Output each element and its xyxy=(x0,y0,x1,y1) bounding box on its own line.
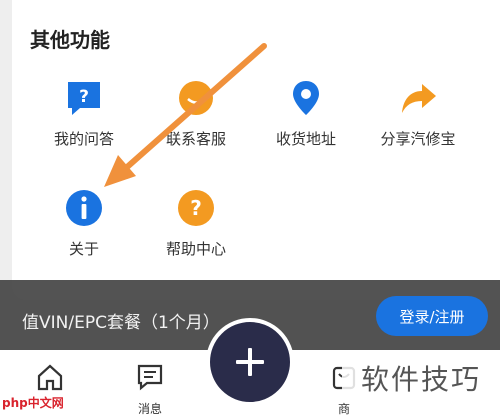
add-button[interactable] xyxy=(206,318,294,406)
customer-service-icon xyxy=(179,81,213,115)
feature-label: 关于 xyxy=(68,240,99,258)
feature-contact-service[interactable]: 联系客服 xyxy=(140,78,252,149)
feature-share-app[interactable]: 分享汽修宝 xyxy=(362,78,474,149)
feature-about[interactable]: 关于 xyxy=(28,188,140,259)
svg-text:?: ? xyxy=(190,196,202,220)
feature-label: 帮助中心 xyxy=(165,240,226,258)
plus-icon xyxy=(236,348,264,376)
feature-help-center[interactable]: ? 帮助中心 xyxy=(140,188,252,259)
message-icon xyxy=(137,364,163,391)
feature-label: 我的问答 xyxy=(53,130,114,148)
watermark-left: php中文网 xyxy=(2,396,64,410)
other-features-card: 其他功能 ? 我的问答 联系客服 收货地址 分享汽修宝 关于 ? 帮助中心 xyxy=(12,0,500,300)
feature-label: 分享汽修宝 xyxy=(380,130,456,148)
tab-label: 消息 xyxy=(137,402,162,416)
share-icon xyxy=(402,84,436,113)
tab-messages[interactable]: 消息 xyxy=(120,362,180,416)
feature-label: 收货地址 xyxy=(275,130,336,148)
qa-icon: ? xyxy=(68,82,100,115)
info-icon xyxy=(66,190,102,226)
feature-label: 联系客服 xyxy=(165,130,226,148)
login-register-button[interactable]: 登录/注册 xyxy=(376,296,488,336)
home-icon xyxy=(37,364,63,391)
help-icon: ? xyxy=(178,190,214,226)
section-title: 其他功能 xyxy=(30,28,110,52)
feature-my-qa[interactable]: ? 我的问答 xyxy=(28,78,140,149)
promo-text: 值VIN/EPC套餐（1个月） xyxy=(22,313,220,333)
feature-shipping-address[interactable]: 收货地址 xyxy=(250,78,362,149)
watermark-right: 软件技巧 xyxy=(342,352,500,404)
svg-text:?: ? xyxy=(79,87,89,107)
location-pin-icon xyxy=(293,81,319,115)
